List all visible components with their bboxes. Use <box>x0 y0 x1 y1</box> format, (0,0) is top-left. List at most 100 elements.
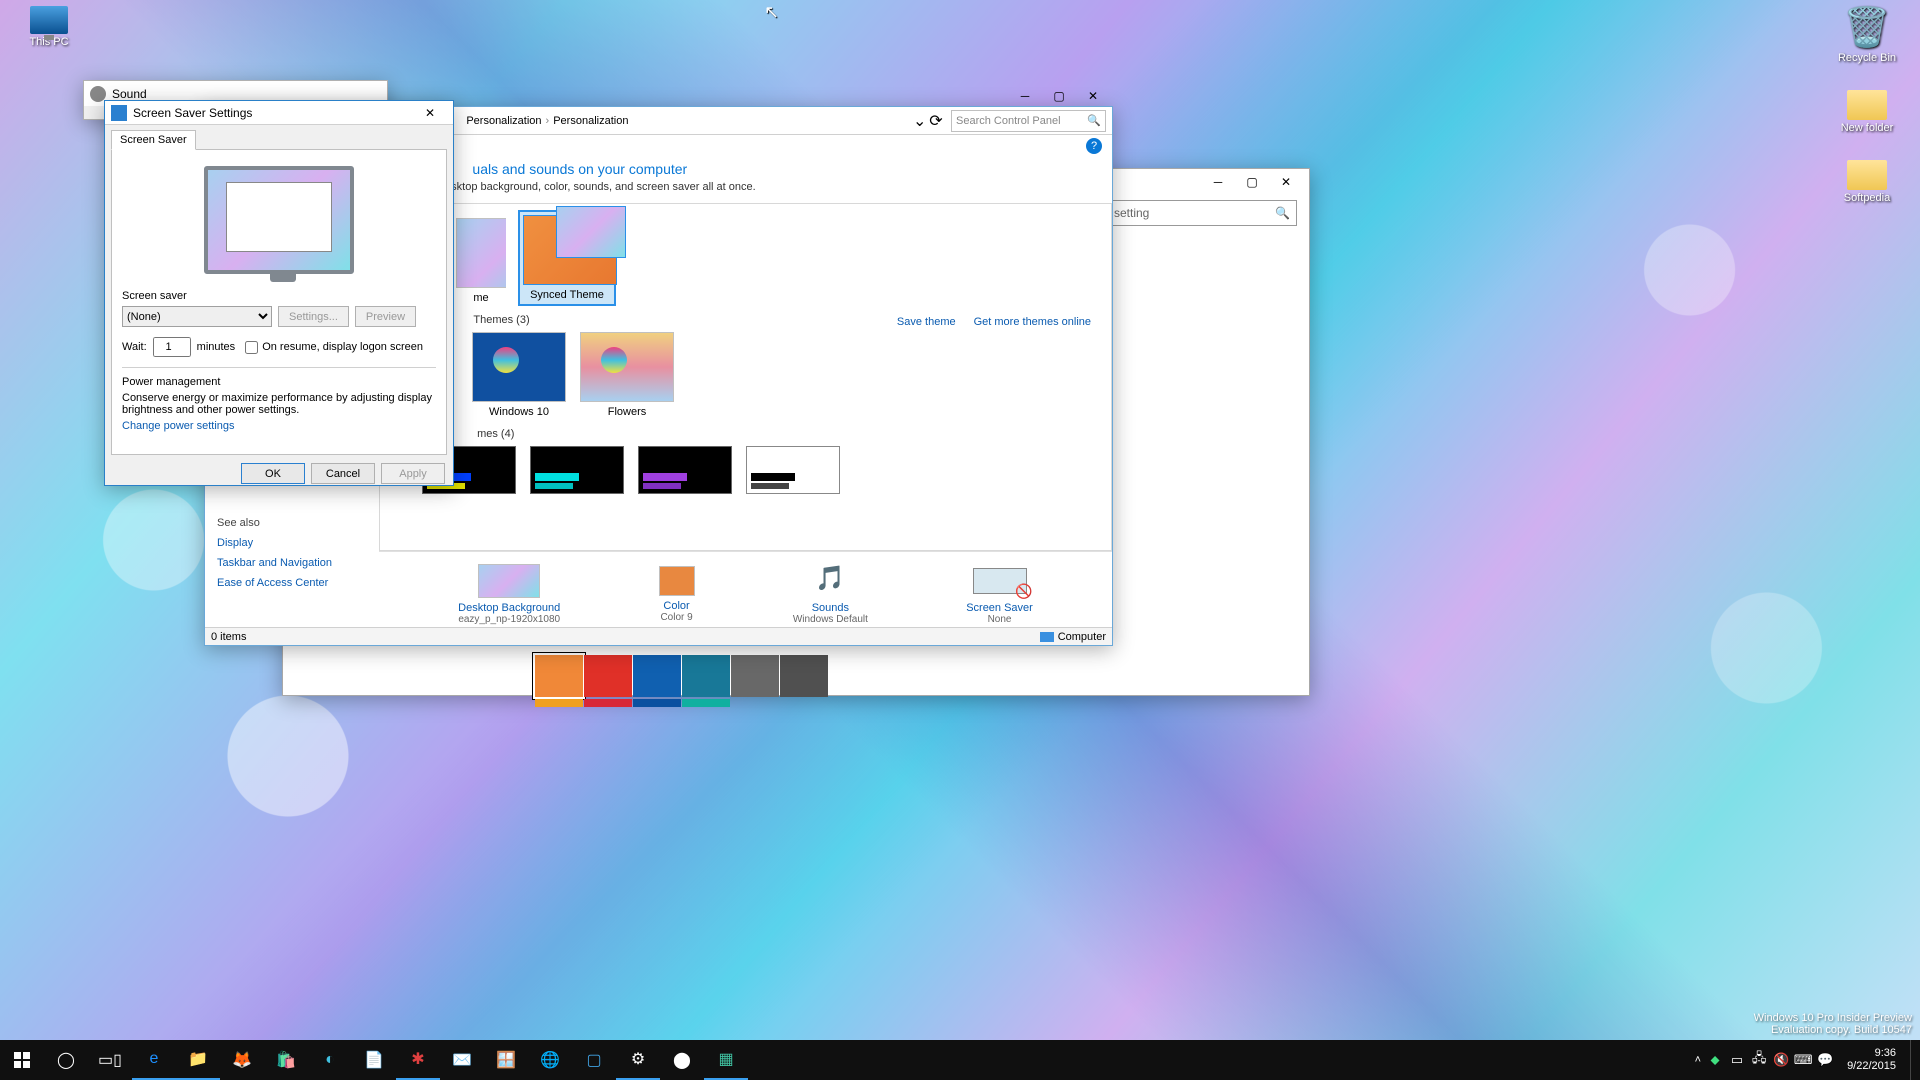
action-center-icon[interactable]: 💬 <box>1817 1052 1833 1068</box>
taskbar-app-3[interactable]: 🪟 <box>484 1040 528 1080</box>
window-title: Sound <box>112 87 381 101</box>
tray-icon[interactable]: ▭ <box>1729 1052 1745 1068</box>
theme-high-contrast-white[interactable] <box>746 446 840 494</box>
link-desktop-background[interactable]: Desktop Background eazy_p_np-1920x1080 <box>458 564 560 625</box>
sidebar-link-display[interactable]: Display <box>217 537 363 549</box>
taskbar-app-word[interactable]: 📄 <box>352 1040 396 1080</box>
refresh-icon[interactable]: ⟳ <box>929 111 943 131</box>
color-swatch[interactable] <box>731 655 779 697</box>
taskbar-chrome[interactable]: 🌐 <box>528 1040 572 1080</box>
taskbar-app-4[interactable]: ▢ <box>572 1040 616 1080</box>
taskbar-mail[interactable]: ✉️ <box>440 1040 484 1080</box>
tray-icon[interactable]: ⬥ <box>1707 1052 1723 1068</box>
desktop-icon-softpedia[interactable]: Softpedia <box>1830 160 1904 204</box>
color-swatch[interactable] <box>584 699 632 707</box>
page-heading: Change the visuals and sounds on your co… <box>379 161 1112 177</box>
color-swatch[interactable] <box>633 655 681 697</box>
settings-button: Settings... <box>278 306 349 327</box>
theme-unsaved[interactable]: me <box>456 218 506 304</box>
theme-high-contrast-black[interactable] <box>638 446 732 494</box>
color-swatch[interactable] <box>633 699 681 707</box>
search-icon: 🔍 <box>1275 206 1290 220</box>
taskbar-control-panel[interactable]: ▦ <box>704 1040 748 1080</box>
control-panel-search-input[interactable]: Search Control Panel 🔍 <box>951 110 1106 132</box>
show-desktop-button[interactable] <box>1910 1040 1916 1080</box>
tab-screen-saver[interactable]: Screen Saver <box>111 130 196 150</box>
start-button[interactable] <box>0 1040 44 1080</box>
taskbar-file-explorer[interactable]: 📁 <box>176 1040 220 1080</box>
minutes-label: minutes <box>197 341 236 353</box>
taskbar-store[interactable]: 🛍️ <box>264 1040 308 1080</box>
desktop-icon-label: New folder <box>1830 122 1904 134</box>
keyboard-icon[interactable]: ⌨ <box>1795 1052 1811 1068</box>
network-icon[interactable]: 🖧 <box>1751 1052 1767 1068</box>
theme-windows10[interactable]: Windows 10 <box>472 332 566 418</box>
see-also-header: See also <box>217 517 363 529</box>
power-management-label: Power management <box>122 376 436 388</box>
taskbar-edge[interactable]: e <box>132 1040 176 1080</box>
folder-icon <box>1847 160 1887 190</box>
color-swatch[interactable] <box>780 655 828 697</box>
volume-icon[interactable]: 🔇 <box>1773 1052 1789 1068</box>
taskbar-app-1[interactable]: ◐ <box>308 1040 352 1080</box>
link-screen-saver[interactable]: Screen Saver None <box>966 564 1033 625</box>
section-high-contrast: High Contrast Themes (4) <box>388 428 1103 440</box>
on-resume-checkbox[interactable] <box>245 341 258 354</box>
help-icon[interactable]: ? <box>1086 138 1102 154</box>
taskbar-app-5[interactable]: ⬤ <box>660 1040 704 1080</box>
on-resume-label: On resume, display logon screen <box>262 341 423 353</box>
close-button[interactable]: ✕ <box>1076 89 1110 109</box>
color-swatch[interactable] <box>584 655 632 697</box>
color-swatch[interactable] <box>682 655 730 697</box>
screensaver-icon <box>969 564 1031 598</box>
theme-high-contrast-2[interactable] <box>530 446 624 494</box>
desktop-icon-this-pc[interactable]: This PC <box>12 6 86 48</box>
maximize-button[interactable]: ▢ <box>1235 169 1269 194</box>
accent-color-grid <box>535 655 828 697</box>
color-swatch[interactable] <box>535 699 583 707</box>
task-view-button[interactable]: ▭▯ <box>88 1040 132 1080</box>
search-icon: 🔍 <box>1087 114 1101 127</box>
minimize-button[interactable]: ─ <box>1201 169 1235 194</box>
taskbar-app-2[interactable]: ✱ <box>396 1040 440 1080</box>
system-tray[interactable]: ˄ ⬥ ▭ 🖧 🔇 ⌨ 💬 9:36 9/22/2015 <box>1691 1040 1920 1080</box>
tray-overflow-icon[interactable]: ˄ <box>1695 1054 1701 1066</box>
close-button[interactable]: ✕ <box>1269 169 1303 194</box>
taskbar-firefox[interactable]: 🦊 <box>220 1040 264 1080</box>
desktop-icon-label: Recycle Bin <box>1830 52 1904 64</box>
desktop-icon-new-folder[interactable]: New folder <box>1830 90 1904 134</box>
dialog-screen-saver-settings[interactable]: Screen Saver Settings ✕ Screen Saver Scr… <box>104 100 454 486</box>
link-color[interactable]: Color Color 9 <box>659 566 695 623</box>
apply-button: Apply <box>381 463 445 484</box>
link-save-theme[interactable]: Save theme <box>897 316 956 328</box>
personalization-icon <box>111 105 127 121</box>
theme-synced[interactable]: Synced Theme <box>520 212 614 304</box>
link-more-themes[interactable]: Get more themes online <box>974 316 1091 328</box>
link-change-power-settings[interactable]: Change power settings <box>122 420 235 432</box>
taskbar-clock[interactable]: 9:36 9/22/2015 <box>1839 1047 1904 1073</box>
ok-button[interactable]: OK <box>241 463 305 484</box>
maximize-button[interactable]: ▢ <box>1042 89 1076 109</box>
link-sounds[interactable]: 🎵 Sounds Windows Default <box>793 564 868 625</box>
cancel-button[interactable]: Cancel <box>311 463 375 484</box>
taskbar[interactable]: ◯ ▭▯ e 📁 🦊 🛍️ ◐ 📄 ✱ ✉️ 🪟 🌐 ▢ ⚙ ⬤ ▦ ˄ ⬥ ▭… <box>0 1040 1920 1080</box>
windows-watermark: Windows 10 Pro Insider Preview Evaluatio… <box>1754 1012 1912 1036</box>
screensaver-select[interactable]: (None) <box>122 306 272 327</box>
taskbar-settings[interactable]: ⚙ <box>616 1040 660 1080</box>
wait-minutes-input[interactable] <box>153 337 191 357</box>
chevron-down-icon[interactable]: ⌄ <box>913 111 923 131</box>
screensaver-preview-monitor <box>204 166 354 274</box>
desktop-icon-recycle-bin[interactable]: 🗑️ Recycle Bin <box>1830 6 1904 64</box>
group-label: Screen saver <box>122 290 436 302</box>
settings-search-input[interactable]: setting 🔍 <box>1107 200 1297 226</box>
color-swatch[interactable] <box>535 655 583 697</box>
minimize-button[interactable]: ─ <box>1008 89 1042 109</box>
page-subheading: Change the desktop background, color, so… <box>379 181 1112 193</box>
cortana-button[interactable]: ◯ <box>44 1040 88 1080</box>
dialog-title: Screen Saver Settings <box>133 106 413 120</box>
sidebar-link-taskbar[interactable]: Taskbar and Navigation <box>217 557 363 569</box>
close-button[interactable]: ✕ <box>413 100 447 125</box>
theme-flowers[interactable]: Flowers <box>580 332 674 418</box>
color-swatch[interactable] <box>682 699 730 707</box>
sidebar-link-ease[interactable]: Ease of Access Center <box>217 577 363 589</box>
